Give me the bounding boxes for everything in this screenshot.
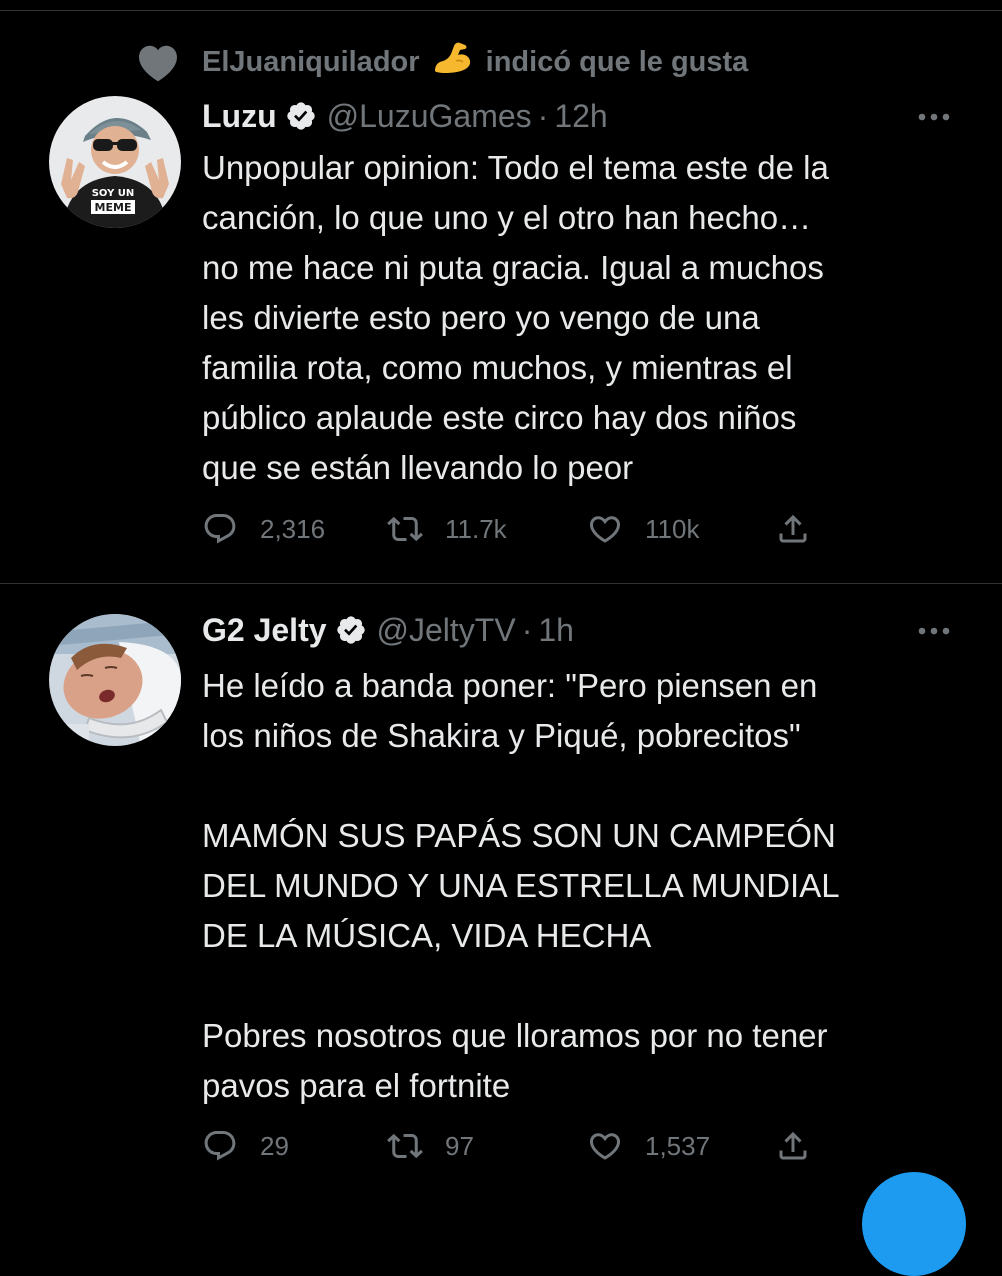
share-button[interactable] <box>775 506 811 552</box>
display-name[interactable]: G2 Jelty <box>202 612 327 649</box>
like-count: 1,537 <box>645 1130 711 1161</box>
compose-tweet-button[interactable] <box>862 1172 966 1276</box>
user-handle[interactable]: @JeltyTV <box>377 612 516 649</box>
share-icon <box>779 514 807 543</box>
social-context: ElJuaniquilador indicó que le gusta <box>202 40 748 84</box>
share-icon <box>779 1131 807 1160</box>
retweet-count: 11.7k <box>445 513 507 544</box>
more-options-icon[interactable] <box>916 110 952 124</box>
timestamp[interactable]: 1h <box>538 612 574 649</box>
tweet-actions: 2,316 11.7k 110k <box>202 506 842 552</box>
tweet-header: G2 Jelty @JeltyTV · 1h <box>202 608 574 652</box>
avatar-shirt-line2: MEME <box>95 201 132 214</box>
timestamp[interactable]: 12h <box>554 98 607 135</box>
display-name[interactable]: Luzu <box>202 98 277 135</box>
reply-button[interactable]: 29 <box>202 1123 289 1169</box>
like-icon <box>589 516 621 543</box>
retweet-icon <box>387 516 423 542</box>
tweet-g2-jelty[interactable]: G2 Jelty @JeltyTV · 1h He leído a banda … <box>0 584 1002 1200</box>
separator-dot: · <box>537 97 549 134</box>
tweet-text: He leído a banda poner: "Pero piensen en… <box>202 667 840 1104</box>
avatar[interactable] <box>49 614 181 746</box>
flexed-biceps-emoji <box>434 42 470 73</box>
social-context-user[interactable]: ElJuaniquilador <box>202 46 420 78</box>
reply-icon <box>204 1131 236 1161</box>
share-button[interactable] <box>775 1123 811 1169</box>
separator-dot: · <box>521 611 533 648</box>
retweet-button[interactable]: 11.7k <box>387 506 507 552</box>
more-options-icon[interactable] <box>916 624 952 638</box>
like-icon <box>589 1133 621 1160</box>
reply-count: 2,316 <box>260 513 326 544</box>
heart-solid-icon <box>139 45 177 82</box>
tweet-actions: 29 97 1,537 <box>202 1123 842 1169</box>
avatar-luzu-image: SOY UN MEME <box>49 96 181 228</box>
avatar-shirt-line1: SOY UN <box>92 188 135 199</box>
social-context-text: indicó que le gusta <box>485 46 749 78</box>
user-handle[interactable]: @LuzuGames <box>327 98 532 135</box>
avatar-jelty-image <box>49 614 181 746</box>
like-count: 110k <box>645 513 700 544</box>
verified-badge-icon <box>336 616 365 644</box>
retweet-count: 97 <box>445 1130 474 1161</box>
reply-button[interactable]: 2,316 <box>202 506 325 552</box>
reply-icon <box>204 514 236 544</box>
reply-count: 29 <box>260 1130 289 1161</box>
retweet-button[interactable]: 97 <box>387 1123 474 1169</box>
verified-badge-icon <box>286 102 315 130</box>
like-button[interactable]: 1,537 <box>587 1123 710 1169</box>
avatar[interactable]: SOY UN MEME <box>49 96 181 228</box>
tweet-text: Unpopular opinion: Todo el tema este de … <box>202 149 829 486</box>
tweet-header: Luzu @LuzuGames · 12h <box>202 94 608 138</box>
tweet-luzu[interactable]: ElJuaniquilador indicó que le gusta SOY … <box>0 0 1002 583</box>
like-button[interactable]: 110k <box>587 506 699 552</box>
retweet-icon <box>387 1133 423 1159</box>
